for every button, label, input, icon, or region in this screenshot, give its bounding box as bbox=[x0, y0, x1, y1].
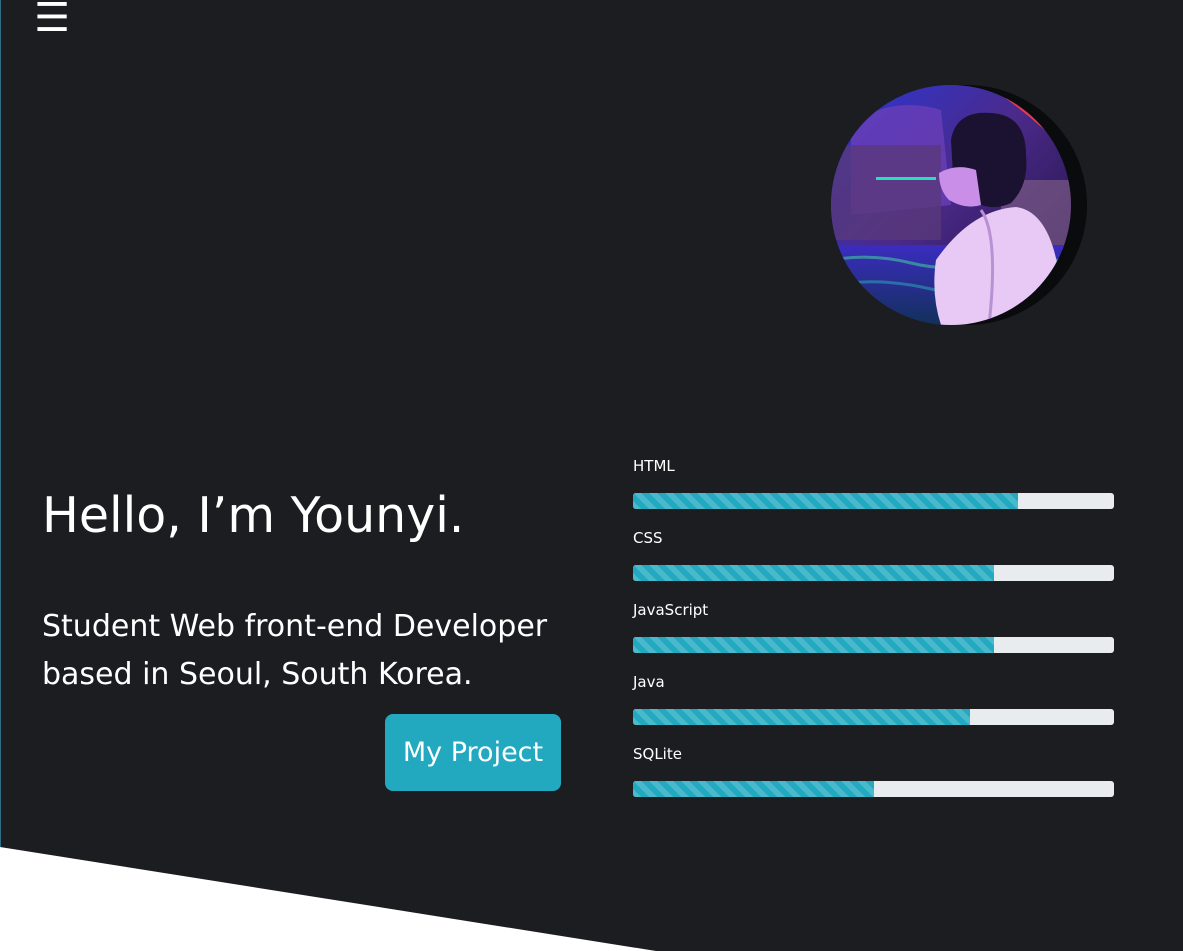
skill-progress-bar bbox=[633, 493, 1018, 509]
skill-item: Java bbox=[633, 671, 1114, 743]
skill-progress-bar bbox=[633, 781, 874, 797]
my-project-button[interactable]: My Project bbox=[385, 714, 561, 791]
profile-photo-image bbox=[831, 85, 1071, 325]
skill-label: SQLite bbox=[633, 745, 682, 763]
skill-item: SQLite bbox=[633, 743, 1114, 815]
skill-progress-track bbox=[633, 781, 1114, 797]
skill-label: JavaScript bbox=[633, 601, 709, 619]
skill-progress-track bbox=[633, 637, 1114, 653]
skill-label: Java bbox=[633, 673, 665, 691]
skill-progress-track bbox=[633, 493, 1114, 509]
skill-progress-bar bbox=[633, 565, 994, 581]
skill-item: JavaScript bbox=[633, 599, 1114, 671]
skill-progress-track bbox=[633, 565, 1114, 581]
skill-progress-track bbox=[633, 709, 1114, 725]
profile-photo-wrapper bbox=[831, 85, 1087, 327]
skill-progress-bar bbox=[633, 709, 970, 725]
skill-label: HTML bbox=[633, 457, 675, 475]
profile-photo bbox=[831, 85, 1071, 325]
skills-list: HTML CSS JavaScript Java SQLite bbox=[633, 455, 1114, 815]
skill-label: CSS bbox=[633, 529, 663, 547]
page: ☰ Hello, I’m Younyi. Student Web front-e… bbox=[0, 0, 1183, 951]
greeting-heading: Hello, I’m Younyi. bbox=[42, 487, 465, 544]
skill-item: HTML bbox=[633, 455, 1114, 527]
hero-section: ☰ Hello, I’m Younyi. Student Web front-e… bbox=[0, 0, 1183, 951]
skill-progress-bar bbox=[633, 637, 994, 653]
hamburger-menu-icon[interactable]: ☰ bbox=[34, 0, 70, 40]
skill-item: CSS bbox=[633, 527, 1114, 599]
tagline-text: Student Web front-end Developer based in… bbox=[42, 609, 548, 692]
